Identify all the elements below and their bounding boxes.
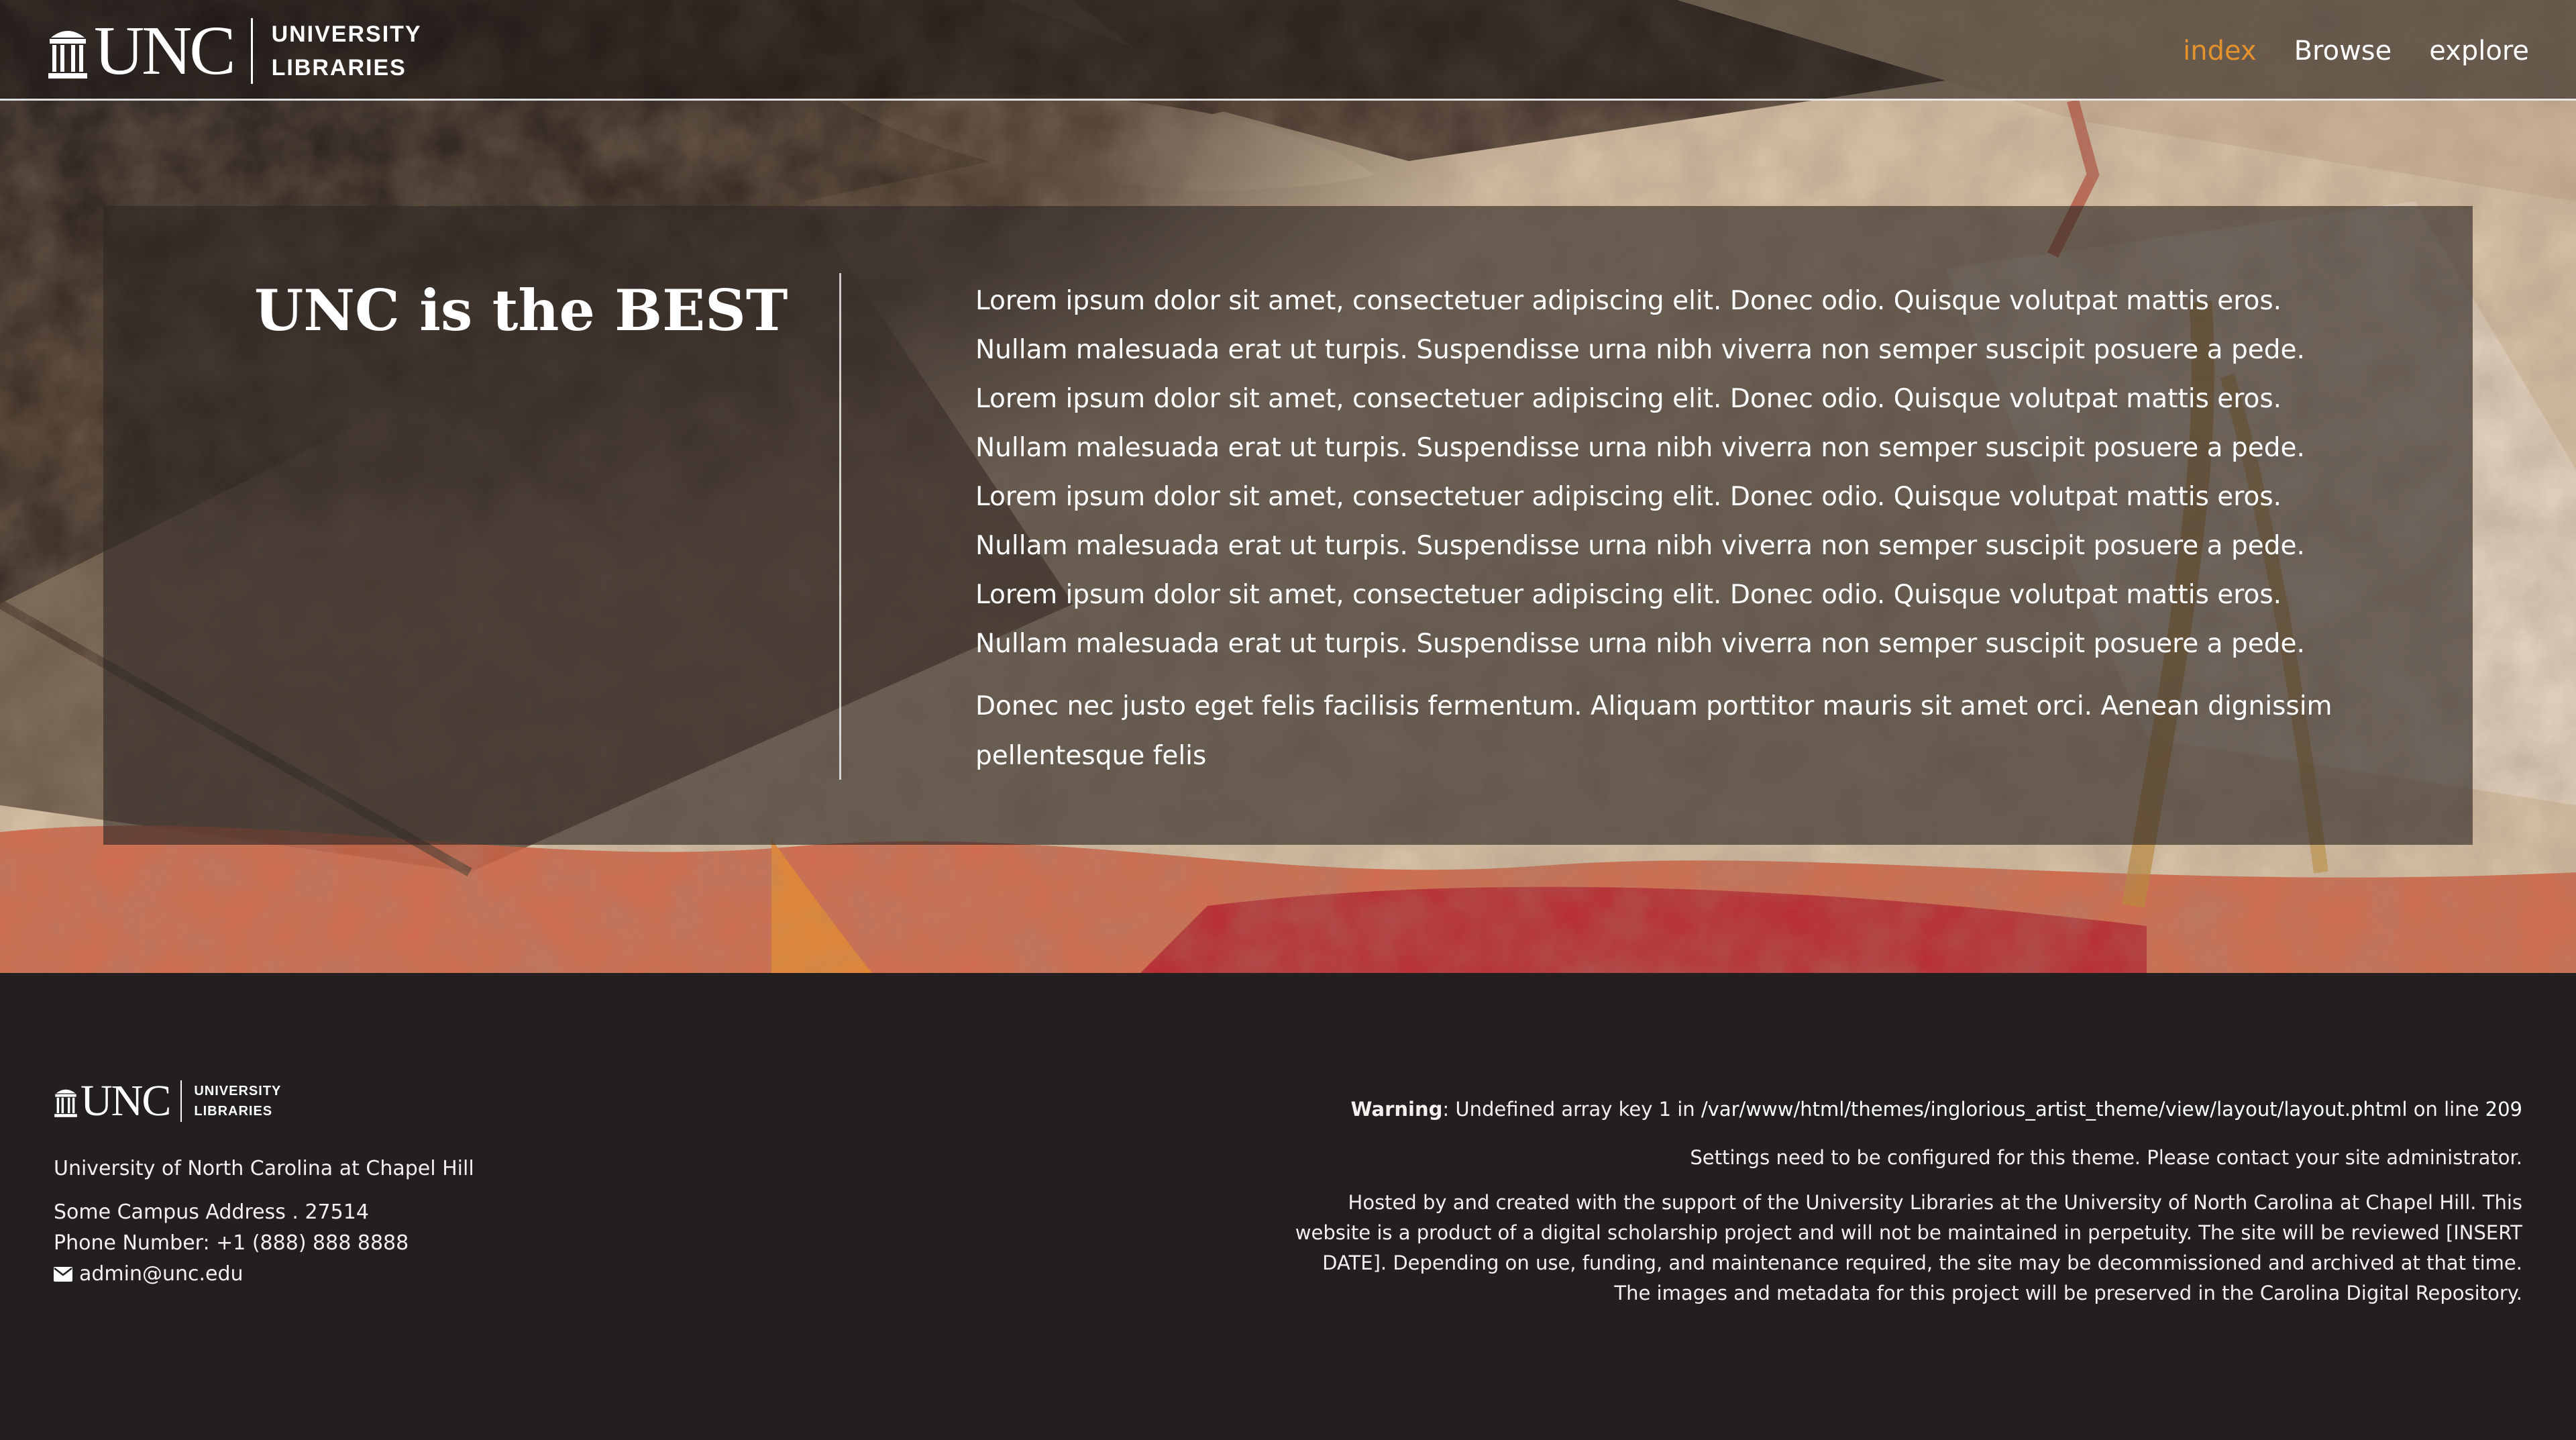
footer-logo-line-1: UNIVERSITY <box>194 1084 282 1098</box>
hosting-line: website is a product of a digital schola… <box>1295 1221 2522 1244</box>
footer-notices: Warning: Undefined array key 1 in /var/w… <box>1181 1094 2522 1308</box>
logo-text: UNIVERSITY LIBRARIES <box>272 17 422 85</box>
php-warning: Warning: Undefined array key 1 in /var/w… <box>1181 1094 2522 1125</box>
footer-contact: University of North Carolina at Chapel H… <box>54 1149 474 1290</box>
warning-text: : Undefined array key 1 in <box>1442 1098 1701 1121</box>
nav-link-explore[interactable]: explore <box>2429 30 2529 72</box>
panel-divider <box>839 273 841 780</box>
phone-number: Phone Number: +1 (888) 888 8888 <box>54 1231 409 1255</box>
warning-text-mid: on line <box>2407 1098 2485 1121</box>
institution-name: University of North Carolina at Chapel H… <box>54 1157 474 1180</box>
intro-text: Lorem ipsum dolor sit amet, consectetuer… <box>975 276 2337 781</box>
intro-panel: UNC is the BEST Lorem ipsum dolor sit am… <box>103 206 2473 845</box>
logo-divider <box>250 18 253 84</box>
intro-paragraph: Lorem ipsum dolor sit amet, consectetuer… <box>975 276 2337 668</box>
footer-logo-divider <box>180 1080 182 1122</box>
page-title: UNC is the BEST <box>254 277 788 344</box>
campus-address: Some Campus Address . 27514 <box>54 1200 369 1224</box>
old-well-icon <box>48 31 87 79</box>
nav-link-index[interactable]: index <box>2183 30 2256 72</box>
site-header: UNC UNIVERSITY LIBRARIES index Browse ex… <box>0 0 2576 101</box>
hosting-line: Hosted by and created with the support o… <box>1348 1191 2522 1214</box>
unc-libraries-logo[interactable]: UNC UNIVERSITY LIBRARIES <box>47 12 422 89</box>
logo-wordmark: UNC <box>94 12 236 89</box>
email-link[interactable]: admin@unc.edu <box>79 1259 244 1290</box>
main-nav: index Browse explore <box>2183 30 2529 72</box>
intro-line: Nullam malesuada erat ut turpis. Suspend… <box>975 531 2305 561</box>
warning-line-number: 209 <box>2485 1098 2522 1121</box>
hosting-line: DATE]. Depending on use, funding, and ma… <box>1322 1251 2522 1274</box>
warning-path: /var/www/html/themes/inglorious_artist_t… <box>1701 1098 2408 1121</box>
intro-line: Nullam malesuada erat ut turpis. Suspend… <box>975 629 2305 659</box>
email-row: admin@unc.edu <box>54 1259 474 1290</box>
footer-logo[interactable]: UNC UNIVERSITY LIBRARIES <box>54 1076 281 1125</box>
intro-paragraph-2: Donec nec justo eget felis facilisis fer… <box>975 691 2332 771</box>
logo-line-1: UNIVERSITY <box>271 21 422 47</box>
intro-line: Lorem ipsum dolor sit amet, consectetuer… <box>975 482 2282 512</box>
old-well-icon <box>54 1089 77 1117</box>
intro-line: Lorem ipsum dolor sit amet, consectetuer… <box>975 286 2282 316</box>
footer-logo-wordmark: UNC <box>80 1076 171 1125</box>
footer-logo-text: UNIVERSITY LIBRARIES <box>194 1081 281 1121</box>
hero-section: UNC UNIVERSITY LIBRARIES index Browse ex… <box>0 0 2576 973</box>
intro-line: Nullam malesuada erat ut turpis. Suspend… <box>975 335 2305 365</box>
warning-label: Warning <box>1350 1098 1443 1121</box>
site-footer: UNC UNIVERSITY LIBRARIES University of N… <box>0 973 2576 1440</box>
intro-line: Nullam malesuada erat ut turpis. Suspend… <box>975 433 2305 463</box>
hosting-notice: Hosted by and created with the support o… <box>1181 1188 2522 1308</box>
envelope-icon <box>54 1267 72 1282</box>
logo-line-2: LIBRARIES <box>271 55 407 81</box>
footer-logo-line-2: LIBRARIES <box>194 1104 273 1119</box>
intro-line: Lorem ipsum dolor sit amet, consectetuer… <box>975 384 2282 414</box>
hosting-line: The images and metadata for this project… <box>1614 1282 2522 1304</box>
settings-notice: Settings need to be configured for this … <box>1690 1146 2522 1169</box>
nav-link-browse[interactable]: Browse <box>2294 30 2392 72</box>
intro-line: Lorem ipsum dolor sit amet, consectetuer… <box>975 580 2282 610</box>
